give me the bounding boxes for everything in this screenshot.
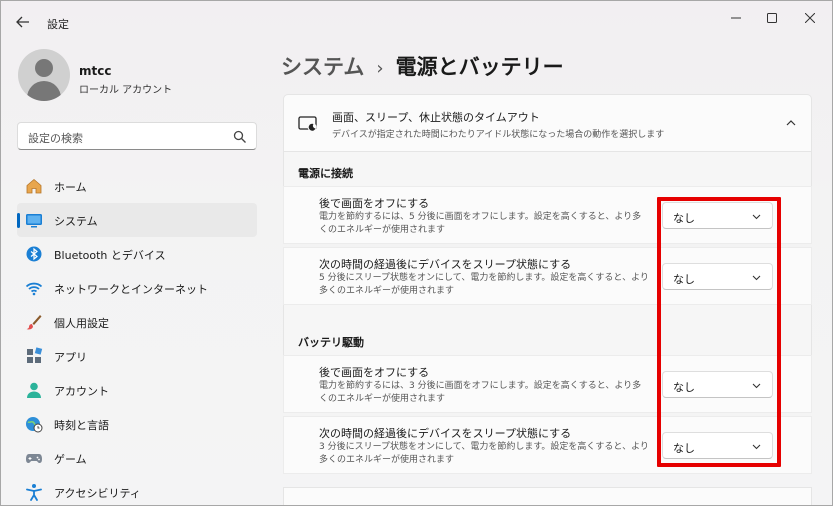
monitor-sleep-icon — [298, 116, 317, 132]
sidebar-item-label: アカウント — [54, 385, 109, 398]
setting-title: 次の時間の経過後にデバイスをスリープ状態にする — [319, 258, 572, 271]
search-icon — [233, 130, 246, 143]
arrow-left-icon — [16, 16, 29, 28]
maximize-button[interactable] — [757, 9, 787, 27]
setting-description: 3 分後にスリープ状態をオンにして、電力を節約します。設定を高くすると、より多く… — [319, 442, 649, 465]
bluetooth-icon — [26, 246, 42, 262]
settings-window: 設定 mtcc ローカル アカウント 設定の検索 ホーム システム Blueto… — [0, 0, 833, 506]
sidebar-item-time-language[interactable]: 時刻と言語 — [17, 407, 257, 441]
sidebar-item-personalization[interactable]: 個人用設定 — [17, 305, 257, 339]
home-icon — [26, 178, 42, 194]
chevron-down-icon — [752, 383, 761, 389]
setting-title: 後で画面をオフにする — [319, 366, 430, 379]
sidebar-item-home[interactable]: ホーム — [17, 169, 257, 203]
chevron-up-icon[interactable] — [785, 117, 797, 129]
dropdown-value: なし — [673, 442, 695, 455]
breadcrumb: システム › 電源とバッテリー — [281, 51, 564, 81]
setting-title: 次の時間の経過後にデバイスをスリープ状態にする — [319, 427, 572, 440]
setting-title: 後で画面をオフにする — [319, 197, 430, 210]
app-title: 設定 — [47, 18, 69, 31]
chevron-down-icon — [752, 444, 761, 450]
search-placeholder: 設定の検索 — [28, 132, 83, 145]
search-input[interactable]: 設定の検索 — [17, 122, 257, 150]
next-card-edge — [283, 487, 812, 505]
gamepad-icon — [26, 454, 42, 463]
sidebar-item-accounts[interactable]: アカウント — [17, 373, 257, 407]
chevron-down-icon — [752, 214, 761, 220]
sidebar-item-label: 時刻と言語 — [54, 419, 109, 432]
system-icon — [26, 214, 42, 228]
sidebar-item-gaming[interactable]: ゲーム — [17, 441, 257, 475]
sleep-plugged-dropdown[interactable]: なし — [662, 263, 773, 290]
card-subtitle: デバイスが指定された時間にわたりアイドル状態になった場合の動作を選択します — [332, 130, 665, 140]
sidebar-item-label: ネットワークとインターネット — [54, 283, 208, 296]
section-label: 電源に接続 — [298, 167, 353, 180]
dropdown-value: なし — [673, 273, 695, 286]
sidebar-item-label: ゲーム — [54, 453, 87, 466]
avatar-body — [27, 81, 61, 101]
minimize-icon — [731, 17, 741, 19]
setting-row-screen-off-battery: 後で画面をオフにする 電力を節約するには、3 分後に画面をオフにします。設定を高… — [283, 355, 812, 413]
user-name: mtcc — [79, 64, 112, 78]
maximize-icon — [767, 13, 777, 23]
avatar-head — [35, 59, 53, 77]
sidebar-item-label: アプリ — [54, 351, 87, 364]
section-header-plugged-in: 電源に接続 — [283, 152, 812, 186]
card-title: 画面、スリープ、休止状態のタイムアウト — [332, 111, 540, 124]
sidebar-item-system[interactable]: システム — [17, 203, 257, 237]
sidebar-nav: ホーム システム Bluetooth とデバイス ネットワークとインターネット … — [17, 169, 257, 505]
section-label: バッテリ駆動 — [298, 336, 364, 349]
timeout-card-header[interactable]: 画面、スリープ、休止状態のタイムアウト デバイスが指定された時間にわたりアイドル… — [283, 94, 812, 152]
chevron-down-icon — [752, 275, 761, 281]
sleep-battery-dropdown[interactable]: なし — [662, 432, 773, 459]
apps-icon — [27, 347, 43, 363]
sidebar-item-accessibility[interactable]: アクセシビリティ — [17, 475, 257, 505]
sidebar-item-apps[interactable]: アプリ — [17, 339, 257, 373]
sidebar-item-label: システム — [54, 215, 98, 228]
section-header-on-battery: バッテリ駆動 — [283, 305, 812, 355]
setting-description: 電力を節約するには、5 分後に画面をオフにします。設定を高くすると、より多くのエ… — [319, 212, 642, 235]
dropdown-value: なし — [673, 381, 695, 394]
setting-description: 電力を節約するには、3 分後に画面をオフにします。設定を高くすると、より多くのエ… — [319, 381, 642, 404]
sidebar-item-bluetooth[interactable]: Bluetooth とデバイス — [17, 237, 257, 271]
close-icon — [805, 13, 815, 23]
back-button[interactable] — [11, 11, 35, 33]
sidebar-item-label: 個人用設定 — [54, 317, 109, 330]
screen-off-plugged-dropdown[interactable]: なし — [662, 202, 773, 229]
globe-clock-icon — [26, 417, 43, 433]
accessibility-icon — [26, 484, 42, 501]
minimize-button[interactable] — [721, 9, 751, 27]
sidebar-item-label: ホーム — [54, 181, 87, 194]
sidebar-item-label: アクセシビリティ — [54, 487, 141, 500]
setting-row-screen-off-plugged: 後で画面をオフにする 電力を節約するには、5 分後に画面をオフにします。設定を高… — [283, 186, 812, 244]
dropdown-value: なし — [673, 212, 695, 225]
wifi-icon — [25, 282, 43, 296]
sidebar-item-network[interactable]: ネットワークとインターネット — [17, 271, 257, 305]
active-indicator — [17, 213, 20, 228]
breadcrumb-parent[interactable]: システム — [281, 55, 364, 79]
content-panel: 画面、スリープ、休止状態のタイムアウト デバイスが指定された時間にわたりアイドル… — [283, 94, 812, 505]
setting-row-sleep-battery: 次の時間の経過後にデバイスをスリープ状態にする 3 分後にスリープ状態をオンにし… — [283, 416, 812, 474]
screen-off-battery-dropdown[interactable]: なし — [662, 371, 773, 398]
title-bar: 設定 — [1, 1, 832, 41]
sidebar-item-label: Bluetooth とデバイス — [54, 249, 166, 262]
close-button[interactable] — [795, 9, 825, 27]
account-type: ローカル アカウント — [79, 85, 173, 96]
brush-icon — [26, 315, 42, 330]
avatar[interactable] — [18, 49, 70, 101]
account-icon — [27, 382, 41, 398]
page-title: 電源とバッテリー — [395, 55, 564, 79]
breadcrumb-separator: › — [376, 58, 384, 79]
setting-description: 5 分後にスリープ状態をオンにして、電力を節約します。設定を高くすると、より多く… — [319, 273, 649, 296]
setting-row-sleep-plugged: 次の時間の経過後にデバイスをスリープ状態にする 5 分後にスリープ状態をオンにし… — [283, 247, 812, 305]
